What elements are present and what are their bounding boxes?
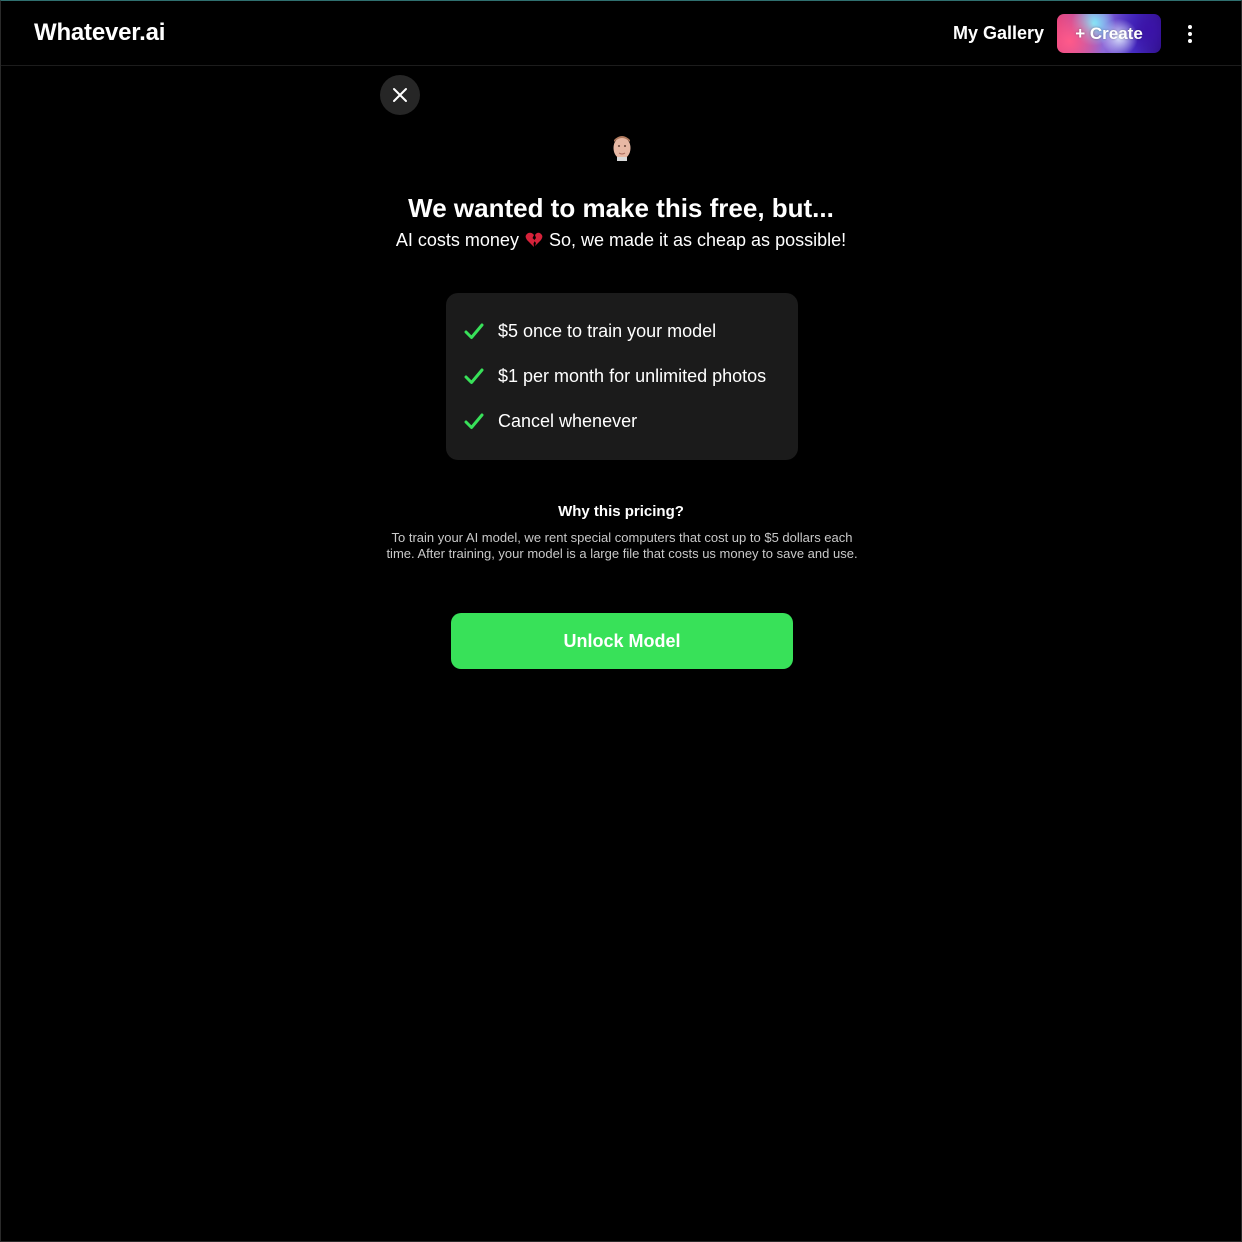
close-button[interactable] bbox=[380, 75, 420, 115]
feature-item: $5 once to train your model bbox=[464, 318, 716, 344]
close-icon bbox=[393, 88, 407, 102]
kebab-menu-icon[interactable] bbox=[1179, 21, 1201, 47]
modal-headline: We wanted to make this free, but... bbox=[408, 193, 834, 223]
feature-text: $5 once to train your model bbox=[498, 320, 717, 341]
feature-item: $1 per month for unlimited photos bbox=[464, 363, 766, 389]
feature-text: Cancel whenever bbox=[498, 410, 638, 431]
feature-item: Cancel whenever bbox=[464, 408, 637, 434]
top-nav: Whatever.ai My Gallery + Create bbox=[1, 1, 1241, 66]
subline-part-2: So, we made it as cheap as possible! bbox=[548, 230, 847, 250]
avatar bbox=[613, 136, 631, 161]
feature-text: $1 per month for unlimited photos bbox=[498, 365, 767, 386]
modal-subline: AI costs money So, we made it as cheap a… bbox=[1, 230, 1241, 251]
create-button[interactable]: + Create bbox=[1057, 14, 1161, 53]
logo[interactable]: Whatever.ai bbox=[34, 19, 165, 47]
broken-heart-icon bbox=[525, 232, 543, 247]
check-icon bbox=[464, 368, 484, 384]
app-window: Whatever.ai My Gallery + Create We wante… bbox=[0, 0, 1242, 1242]
unlock-model-button[interactable]: Unlock Model bbox=[451, 613, 793, 669]
my-gallery-link[interactable]: My Gallery bbox=[953, 23, 1044, 44]
features-card: $5 once to train your model $1 per month… bbox=[446, 293, 798, 460]
check-icon bbox=[464, 413, 484, 429]
subline-part-1: AI costs money bbox=[395, 230, 519, 250]
why-pricing-title: Why this pricing? bbox=[558, 503, 684, 520]
why-pricing-text: To train your AI model, we rent special … bbox=[386, 530, 858, 561]
check-icon bbox=[464, 323, 484, 339]
